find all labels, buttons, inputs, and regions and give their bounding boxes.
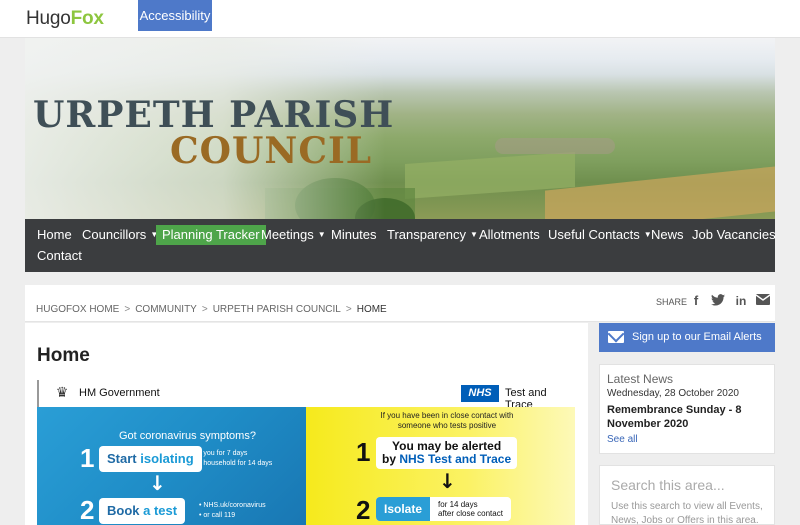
isolate-box: Isolate for 14 days after close contact <box>376 497 511 521</box>
search-input[interactable]: Search this area... <box>611 477 725 493</box>
facebook-icon[interactable]: f <box>689 294 703 308</box>
breadcrumb-bar: HUGOFOX HOME > COMMUNITY > URPETH PARISH COU… <box>25 285 775 322</box>
poster-header: ♛ HM Government NHS Test and Trace <box>37 380 575 411</box>
share-label: SHARE <box>656 297 688 307</box>
linkedin-icon[interactable]: in <box>734 294 748 308</box>
nav-item-useful-contacts[interactable]: Useful Contacts ▼ <box>548 225 652 245</box>
nav-item-allotments[interactable]: Allotments <box>479 225 540 245</box>
nav-item-contact[interactable]: Contact <box>37 246 82 266</box>
nav-item-job-vacancies[interactable]: Job Vacancies <box>692 225 776 245</box>
breadcrumb-current: HOME <box>356 304 387 315</box>
royal-crest-icon: ♛ <box>55 385 69 401</box>
top-bar: HugoFox Accessibility <box>0 0 800 38</box>
breadcrumb-urpeth-parish-council[interactable]: URPETH PARISH COUNCIL <box>213 304 341 315</box>
poster-symptoms-panel: Got coronavirus symptoms? 1 Start isolat… <box>37 407 306 525</box>
poster-close-contact-panel: If you have been in close contact with s… <box>306 407 575 525</box>
hugofox-logo[interactable]: HugoFox <box>26 8 104 30</box>
page-title: Home <box>37 345 90 366</box>
council-banner: URPETH PARISH COUNCIL <box>25 38 775 219</box>
step-number: 2 <box>80 495 95 525</box>
nav-item-transparency[interactable]: Transparency ▼ <box>387 225 478 245</box>
step1-detail: • you for 7 days • household for 14 days <box>199 450 273 467</box>
latest-news-panel: Latest News Wednesday, 28 October 2020 R… <box>599 364 775 454</box>
nhs-logo: NHS <box>461 385 499 402</box>
banner-title-line2: COUNCIL <box>170 130 373 172</box>
search-description: Use this search to view all Events, News… <box>611 501 763 525</box>
breadcrumb-hugofox-home[interactable]: HUGOFOX HOME <box>36 304 119 315</box>
nav-item-planning-tracker[interactable]: Planning Tracker <box>156 225 266 245</box>
news-title-link[interactable]: Remembrance Sunday - 8 November 2020 <box>607 403 772 431</box>
logo-text-hugo: Hugo <box>26 8 71 29</box>
step-number: 2 <box>356 495 371 525</box>
accessibility-button[interactable]: Accessibility <box>138 0 212 31</box>
logo-text-fox: Fox <box>70 8 104 29</box>
nav-item-councillors[interactable]: Councillors ▼ <box>82 225 158 245</box>
hm-government-label: HM Government <box>79 387 160 399</box>
email-alerts-button[interactable]: Sign up to our Email Alerts <box>599 323 775 352</box>
breadcrumb-community[interactable]: COMMUNITY <box>135 304 197 315</box>
envelope-icon <box>608 331 624 343</box>
main-nav: Home Councillors ▼ Planning Tracker Meeti… <box>25 219 776 272</box>
book-a-test-box: Book a test <box>99 498 186 524</box>
step-number: 1 <box>80 443 95 473</box>
latest-news-heading: Latest News <box>607 372 674 386</box>
search-area-panel: Search this area... Use this search to v… <box>599 465 775 525</box>
symptoms-question: Got coronavirus symptoms? <box>119 430 256 442</box>
nav-item-home[interactable]: Home <box>37 225 72 245</box>
nav-item-meetings[interactable]: Meetings ▼ <box>261 225 326 245</box>
chevron-down-icon: ▼ <box>317 230 326 239</box>
may-be-alerted-box: You may be alerted by NHS Test and Trace <box>376 437 518 469</box>
arrow-down-icon: ↓ <box>149 471 166 495</box>
close-contact-question: If you have been in close contact with s… <box>380 411 514 430</box>
email-icon[interactable] <box>755 294 771 308</box>
chevron-down-icon: ▼ <box>470 230 478 239</box>
start-isolating-box: Start isolating <box>99 446 202 472</box>
news-date: Wednesday, 28 October 2020 <box>607 388 739 399</box>
nav-item-news[interactable]: News <box>651 225 684 245</box>
covid-test-trace-poster: ♛ HM Government NHS Test and Trace Got c… <box>37 380 575 525</box>
see-all-link[interactable]: See all <box>607 434 638 445</box>
step2-detail: • NHS.uk/coronavirus • or call 119 <box>199 502 266 519</box>
step-number: 1 <box>356 437 371 467</box>
main-content: Home ♛ HM Government NHS Test and Trace … <box>25 323 588 525</box>
breadcrumb: HUGOFOX HOME > COMMUNITY > URPETH PARISH COU… <box>36 304 387 315</box>
nav-item-minutes[interactable]: Minutes <box>331 225 377 245</box>
twitter-icon[interactable] <box>711 294 725 308</box>
email-alerts-label: Sign up to our Email Alerts <box>632 331 762 343</box>
arrow-down-icon: ↓ <box>439 469 456 493</box>
